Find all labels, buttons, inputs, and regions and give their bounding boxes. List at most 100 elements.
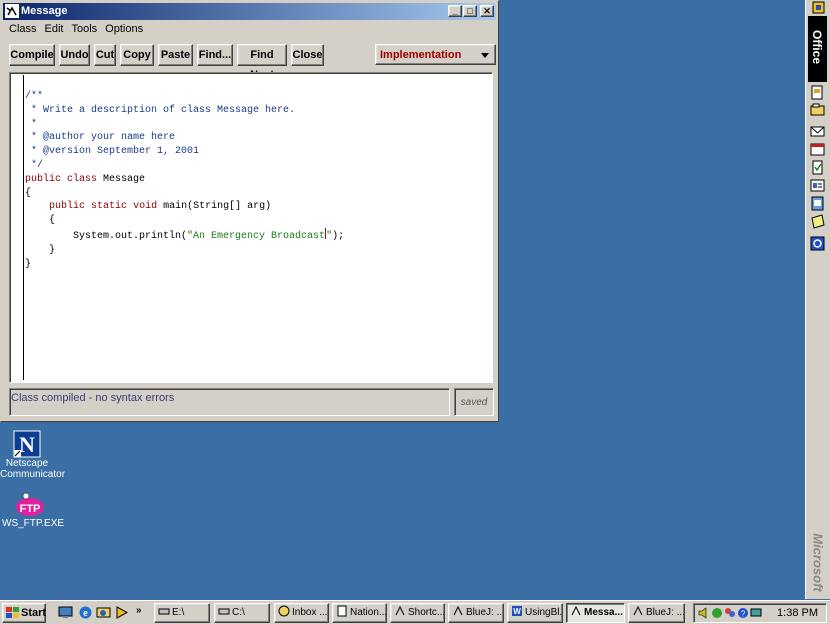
quicklaunch-overflow-icon[interactable]: » xyxy=(136,605,142,616)
office-bar-title: Office xyxy=(810,29,824,64)
microsoft-brand: Microsoft xyxy=(810,533,826,592)
bluej-app-icon xyxy=(5,4,19,18)
display-icon[interactable] xyxy=(750,607,762,619)
code-line: /** xyxy=(25,91,44,102)
svg-text:W: W xyxy=(513,607,521,616)
status-bar: Class compiled - no syntax errors xyxy=(9,388,450,416)
drive-icon xyxy=(218,608,230,615)
code-line: } xyxy=(25,258,32,270)
bluej-icon xyxy=(633,605,643,616)
bluej-icon xyxy=(395,605,405,616)
svg-text:FTP: FTP xyxy=(20,503,41,515)
menu-class[interactable]: Class xyxy=(5,21,41,37)
note-icon[interactable] xyxy=(810,214,825,229)
netscape-icon: N xyxy=(13,430,41,458)
code-line: * @author your name here xyxy=(25,132,176,144)
code-line: * xyxy=(25,118,38,130)
source-code[interactable]: /** * Write a description of class Messa… xyxy=(25,90,344,271)
task-label: Messa... xyxy=(584,607,623,618)
bluej-icon xyxy=(453,605,463,616)
compile-button[interactable]: Compile xyxy=(9,44,55,66)
task-label: C:\ xyxy=(232,607,245,618)
menu-edit[interactable]: Edit xyxy=(41,21,68,37)
title-bar[interactable]: Message _ □ ✕ xyxy=(3,3,496,20)
cut-button[interactable]: Cut xyxy=(94,44,116,66)
code-line: public class Message xyxy=(25,173,146,185)
task-icon[interactable] xyxy=(810,160,825,175)
users-icon[interactable] xyxy=(724,607,736,619)
code-line: * @version September 1, 2001 xyxy=(25,146,200,158)
taskbar-item[interactable]: E:\ xyxy=(154,603,210,623)
view-selector-dropdown[interactable]: Implementation xyxy=(375,44,496,65)
taskbar-item[interactable]: W UsingBl... xyxy=(507,603,563,623)
drive-icon xyxy=(158,608,170,615)
outlook-icon[interactable] xyxy=(96,605,111,620)
svg-text:?: ? xyxy=(741,610,746,619)
svg-text:e: e xyxy=(83,608,88,619)
code-editor[interactable]: /** * Write a description of class Messa… xyxy=(9,72,493,383)
task-label: Shortc... xyxy=(408,607,445,618)
task-label: BlueJ: ... xyxy=(466,607,504,618)
office-logo-icon[interactable] xyxy=(811,0,826,15)
find-button[interactable]: Find... xyxy=(197,44,233,66)
code-line: System.out.println("An Emergency Broadca… xyxy=(25,227,344,242)
taskbar-item[interactable]: C:\ xyxy=(214,603,270,623)
contact-icon[interactable] xyxy=(810,178,825,193)
word-icon: W xyxy=(512,606,522,616)
task-label: BlueJ: ... xyxy=(646,607,685,618)
minimize-button[interactable]: _ xyxy=(448,5,462,17)
office-help-icon[interactable] xyxy=(810,236,825,251)
office-bar-header[interactable]: Office xyxy=(808,16,827,82)
document-icon xyxy=(337,605,347,617)
close-window-button[interactable]: ✕ xyxy=(480,5,494,17)
internet-explorer-icon[interactable]: e xyxy=(78,605,93,620)
paste-button[interactable]: Paste xyxy=(158,44,193,66)
new-document-icon[interactable] xyxy=(810,85,825,100)
system-tray: ? 1:38 PM xyxy=(693,603,827,623)
start-button[interactable]: Start xyxy=(2,603,46,623)
windows-logo-icon xyxy=(6,607,19,618)
clock[interactable]: 1:38 PM xyxy=(777,607,818,619)
desktop-icon-label: WS_FTP.EXE xyxy=(2,518,65,529)
saved-indicator: saved xyxy=(454,388,494,416)
window-title: Message xyxy=(21,5,68,17)
menu-options[interactable]: Options xyxy=(101,21,147,37)
mail-icon[interactable] xyxy=(810,124,825,139)
task-label: E:\ xyxy=(172,607,185,618)
open-document-icon[interactable] xyxy=(810,102,825,117)
find-next-button[interactable]: Find Next xyxy=(237,44,287,81)
saved-label: saved xyxy=(460,397,488,408)
journal-icon[interactable] xyxy=(810,196,825,211)
taskbar-item[interactable]: Inbox ... xyxy=(274,603,329,623)
copy-button[interactable]: Copy xyxy=(120,44,154,66)
code-line: { xyxy=(25,187,32,199)
network-icon[interactable] xyxy=(711,607,723,619)
calendar-icon[interactable] xyxy=(810,142,825,157)
svg-text:N: N xyxy=(19,432,35,457)
bluej-editor-window: Message _ □ ✕ Class Edit Tools Options Comp… xyxy=(0,0,499,422)
bluej-icon xyxy=(571,605,581,616)
code-line: } xyxy=(25,244,56,256)
menu-tools[interactable]: Tools xyxy=(67,21,101,37)
taskbar: Start e » E:\ C:\ Inbox ... Nation... Sh… xyxy=(0,600,830,624)
undo-button[interactable]: Undo xyxy=(59,44,90,66)
taskbar-item[interactable]: Nation... xyxy=(332,603,387,623)
taskbar-item[interactable]: Shortc... xyxy=(390,603,445,623)
code-line: public static void main(String[] arg) xyxy=(49,201,272,213)
task-label: UsingBl... xyxy=(525,607,563,618)
taskbar-item[interactable]: BlueJ: ... xyxy=(628,603,685,623)
code-line: { xyxy=(25,215,56,227)
close-button[interactable]: Close xyxy=(291,44,324,66)
code-line: * Write a description of class Message h… xyxy=(25,104,296,116)
taskbar-item[interactable]: BlueJ: ... xyxy=(448,603,504,623)
help-icon[interactable]: ? xyxy=(737,607,749,619)
volume-icon[interactable] xyxy=(698,607,710,619)
desktop-icon-wsftp[interactable]: FTP WS_FTP.EXE xyxy=(2,492,65,529)
desktop-icon-netscape[interactable]: N Netscape Communicator xyxy=(0,430,66,480)
desktop-icon[interactable] xyxy=(58,605,73,620)
maximize-button[interactable]: □ xyxy=(463,5,477,17)
status-message: Class compiled - no syntax errors xyxy=(11,392,175,404)
desktop-icon-label: Communicator xyxy=(0,469,66,480)
media-player-icon[interactable] xyxy=(114,605,129,620)
taskbar-item-active[interactable]: Messa... xyxy=(566,603,625,623)
